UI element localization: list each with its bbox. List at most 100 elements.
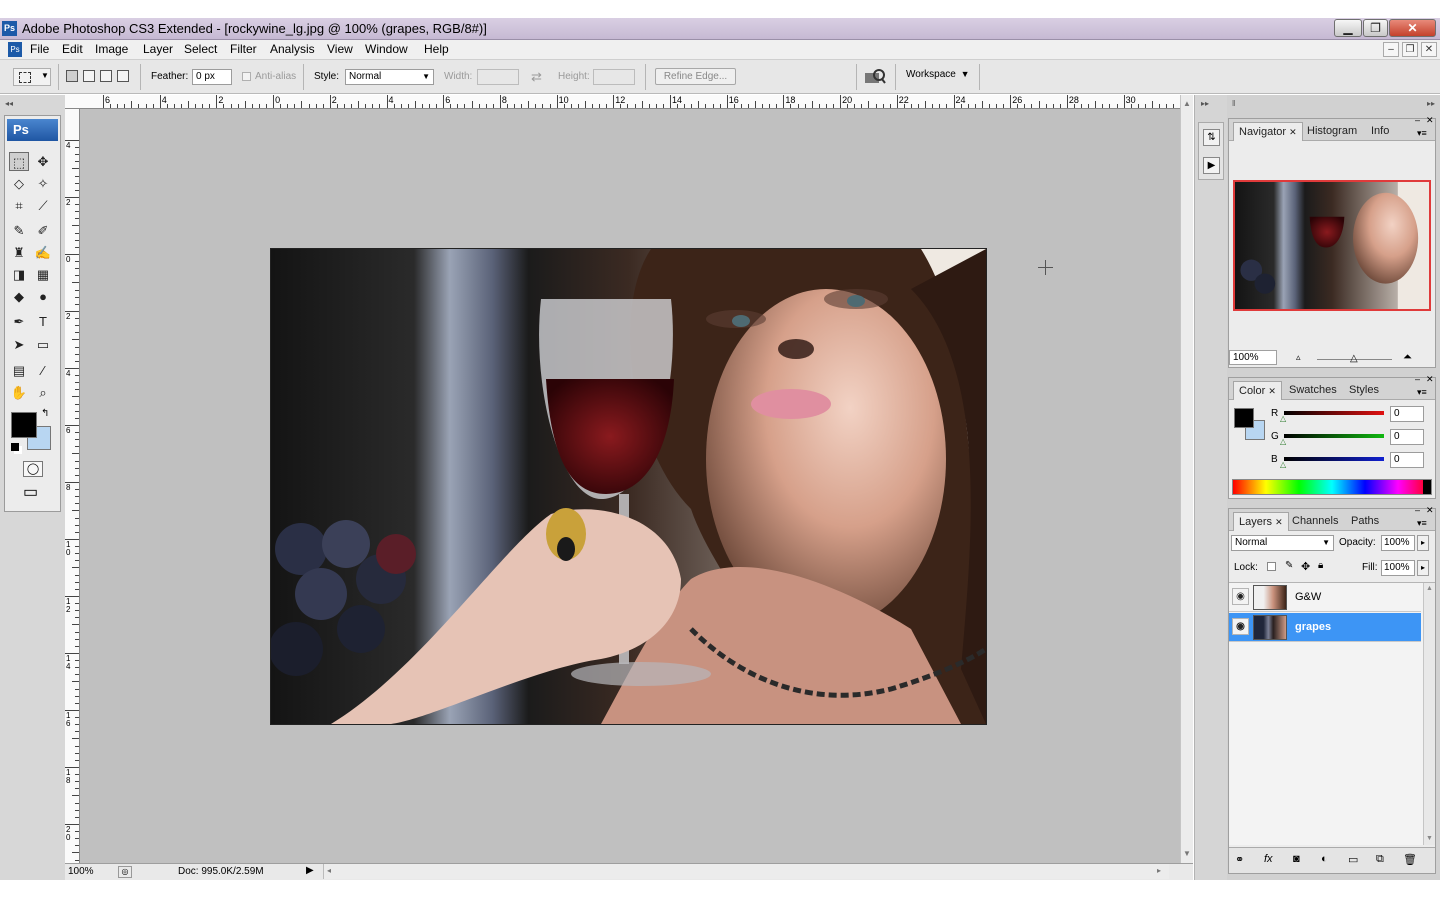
- tab-paths[interactable]: Paths: [1346, 512, 1384, 531]
- lasso-icon[interactable]: ◇: [9, 174, 29, 193]
- subtract-selection-icon[interactable]: [100, 70, 112, 82]
- refine-edge-button[interactable]: Refine Edge...: [655, 68, 736, 85]
- bridge-icon[interactable]: [864, 69, 886, 85]
- style-select[interactable]: Normal ▼: [345, 69, 434, 85]
- tool-preset-picker[interactable]: ▼: [13, 68, 51, 86]
- doc-close-button[interactable]: ✕: [1421, 42, 1437, 57]
- antialias-checkbox[interactable]: [242, 72, 251, 81]
- menu-file[interactable]: File: [26, 42, 53, 56]
- blur-icon[interactable]: ◆: [9, 287, 29, 306]
- scroll-up-icon[interactable]: ▲: [1183, 99, 1191, 108]
- zoom-slider-thumb[interactable]: △: [1350, 353, 1358, 364]
- layer-row[interactable]: ◉ G&W: [1229, 583, 1421, 612]
- scroll-down-icon[interactable]: ▼: [1426, 835, 1433, 842]
- zoom-in-icon[interactable]: ⏶: [1403, 351, 1412, 364]
- dodge-icon[interactable]: ●: [33, 287, 53, 306]
- dock-grip-icon[interactable]: ‖: [1232, 99, 1235, 108]
- menu-help[interactable]: Help: [420, 42, 453, 56]
- doc-minimize-button[interactable]: –: [1383, 42, 1399, 57]
- eraser-icon[interactable]: ◨: [9, 265, 29, 284]
- close-icon[interactable]: ✕: [1268, 386, 1276, 396]
- status-info-icon[interactable]: ◎: [118, 866, 132, 878]
- default-colors-icon[interactable]: [11, 443, 19, 451]
- screen-mode-icon[interactable]: ▭: [23, 485, 45, 502]
- minimize-button[interactable]: ▁: [1334, 19, 1362, 37]
- channel-slider-g[interactable]: [1284, 434, 1384, 438]
- delete-layer-icon[interactable]: 🗑︎: [1403, 853, 1417, 866]
- color-ramp[interactable]: [1232, 479, 1432, 495]
- minimize-panel-icon[interactable]: –: [1415, 115, 1420, 125]
- restore-button[interactable]: ❐: [1363, 19, 1388, 37]
- channel-input-r[interactable]: 0: [1390, 406, 1424, 422]
- swap-colors-icon[interactable]: ↰: [41, 408, 49, 419]
- collapse-dock-icon[interactable]: ◂◂: [5, 99, 13, 108]
- layer-mask-icon[interactable]: ◙: [1293, 853, 1300, 865]
- clone-stamp-icon[interactable]: ♜: [9, 243, 29, 262]
- add-to-selection-icon[interactable]: [83, 70, 95, 82]
- move-icon[interactable]: ✥: [33, 152, 53, 171]
- channel-slider-thumb[interactable]: △: [1280, 460, 1286, 469]
- tab-color[interactable]: Color ✕: [1233, 381, 1282, 400]
- channel-input-g[interactable]: 0: [1390, 429, 1424, 445]
- vertical-scrollbar[interactable]: ▲ ▼: [1180, 95, 1193, 863]
- channel-slider-thumb[interactable]: △: [1280, 437, 1286, 446]
- menu-window[interactable]: Window: [361, 42, 412, 56]
- adjustment-layer-icon[interactable]: ◐: [1321, 853, 1328, 865]
- eye-icon[interactable]: ◉: [1232, 588, 1249, 605]
- tab-layers[interactable]: Layers ✕: [1233, 512, 1289, 531]
- close-panel-icon[interactable]: ✕: [1426, 505, 1434, 516]
- foreground-color-swatch[interactable]: [11, 412, 37, 438]
- zoom-icon[interactable]: ⌕: [33, 383, 53, 402]
- color-ramp-black[interactable]: [1423, 480, 1431, 494]
- swap-icon[interactable]: ⇄: [531, 69, 542, 85]
- color-foreground-swatch[interactable]: [1234, 408, 1254, 428]
- history-brush-icon[interactable]: ✍: [33, 243, 53, 262]
- gradient-icon[interactable]: ▦: [33, 265, 53, 284]
- fill-input[interactable]: 100%: [1381, 560, 1415, 576]
- menu-select[interactable]: Select: [180, 42, 221, 56]
- channel-slider-thumb[interactable]: △: [1280, 414, 1286, 423]
- layer-style-icon[interactable]: fx: [1264, 853, 1273, 865]
- close-icon[interactable]: ✕: [1289, 127, 1297, 137]
- tab-navigator[interactable]: Navigator ✕: [1233, 122, 1303, 141]
- scroll-left-icon[interactable]: ◂: [327, 866, 331, 875]
- scroll-up-icon[interactable]: ▲: [1426, 585, 1433, 592]
- layer-row[interactable]: ◉ grapes: [1229, 613, 1421, 642]
- brush-icon[interactable]: ✐: [33, 221, 53, 240]
- navigator-preview[interactable]: [1233, 180, 1431, 311]
- actions-icon[interactable]: ▶: [1203, 157, 1220, 174]
- close-panel-icon[interactable]: ✕: [1426, 374, 1434, 385]
- menu-view[interactable]: View: [323, 42, 357, 56]
- tab-channels[interactable]: Channels: [1287, 512, 1343, 531]
- lock-all-icon[interactable]: 🔒︎: [1318, 560, 1323, 571]
- new-selection-icon[interactable]: [66, 70, 78, 82]
- crop-icon[interactable]: ⌗: [9, 196, 29, 215]
- history-icon[interactable]: ⇅: [1203, 129, 1220, 146]
- path-select-icon[interactable]: ➤: [9, 335, 29, 354]
- horizontal-scrollbar[interactable]: ◂ ▸: [323, 864, 1169, 879]
- minimize-panel-icon[interactable]: –: [1415, 505, 1420, 515]
- link-layers-icon[interactable]: ⚭: [1235, 853, 1244, 866]
- magic-wand-icon[interactable]: ✧: [33, 174, 53, 193]
- scroll-down-icon[interactable]: ▼: [1183, 849, 1191, 858]
- feather-input[interactable]: 0 px: [192, 69, 232, 85]
- menu-analysis[interactable]: Analysis: [266, 42, 319, 56]
- eyedropper-icon[interactable]: ⁄: [33, 361, 53, 380]
- menu-layer[interactable]: Layer: [139, 42, 177, 56]
- layer-list-scrollbar[interactable]: ▲ ▼: [1423, 583, 1435, 845]
- document-image[interactable]: [270, 248, 987, 725]
- lock-position-icon[interactable]: ✥: [1301, 560, 1310, 573]
- panel-menu-icon[interactable]: ▾≡: [1417, 518, 1427, 529]
- hand-icon[interactable]: ✋: [9, 383, 29, 402]
- healing-brush-icon[interactable]: ✎: [9, 221, 29, 240]
- close-panel-icon[interactable]: ✕: [1426, 115, 1434, 126]
- new-layer-icon[interactable]: ⧉: [1376, 853, 1384, 866]
- lock-transparency-icon[interactable]: [1267, 562, 1276, 571]
- close-icon[interactable]: ✕: [1275, 517, 1283, 527]
- marquee-icon[interactable]: ⬚: [9, 152, 29, 171]
- quick-mask-icon[interactable]: ◯: [23, 461, 43, 477]
- status-menu-arrow-icon[interactable]: ▶: [306, 865, 314, 876]
- notes-icon[interactable]: ▤: [9, 361, 29, 380]
- eye-icon[interactable]: ◉: [1232, 618, 1249, 635]
- menu-edit[interactable]: Edit: [58, 42, 87, 56]
